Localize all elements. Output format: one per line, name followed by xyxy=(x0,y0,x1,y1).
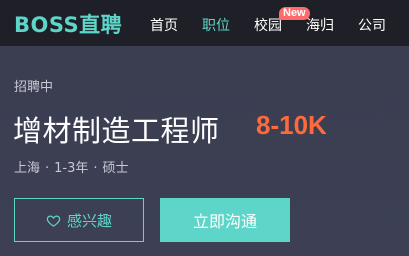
separator-dot: · xyxy=(45,161,50,176)
salary-range: 8-10K xyxy=(256,110,327,140)
separator-dot: · xyxy=(93,161,98,176)
top-navigation-bar: BOSS直聘 首页 职位 校园 New 海归 公司 xyxy=(0,0,409,46)
job-city: 上海 xyxy=(14,161,41,176)
job-status: 招聘中 xyxy=(14,80,54,95)
nav-overseas-returnees[interactable]: 海归 xyxy=(306,15,334,35)
job-degree: 硕士 xyxy=(102,161,129,176)
boss-zhipin-logo[interactable]: BOSS直聘 xyxy=(14,9,122,39)
chat-now-button-label: 立即沟通 xyxy=(192,212,257,231)
nav-home[interactable]: 首页 xyxy=(150,15,178,35)
job-detail-page: BOSS直聘 首页 职位 校园 New 海归 公司 招聘中 增材制造工程师 8-… xyxy=(0,0,409,256)
job-title: 增材制造工程师 xyxy=(13,114,220,148)
nav-campus[interactable]: 校园 xyxy=(254,15,282,35)
nav-jobs[interactable]: 职位 xyxy=(202,15,230,35)
nav-companies[interactable]: 公司 xyxy=(358,15,386,35)
job-requirements: 上海 · 1-3年 · 硕士 xyxy=(14,157,129,176)
heart-outline-icon xyxy=(46,214,61,227)
chat-now-button[interactable]: 立即沟通 xyxy=(160,198,290,242)
job-experience: 1-3年 xyxy=(54,161,89,176)
interest-button[interactable]: 感兴趣 xyxy=(14,198,144,242)
interest-button-label: 感兴趣 xyxy=(66,211,112,230)
